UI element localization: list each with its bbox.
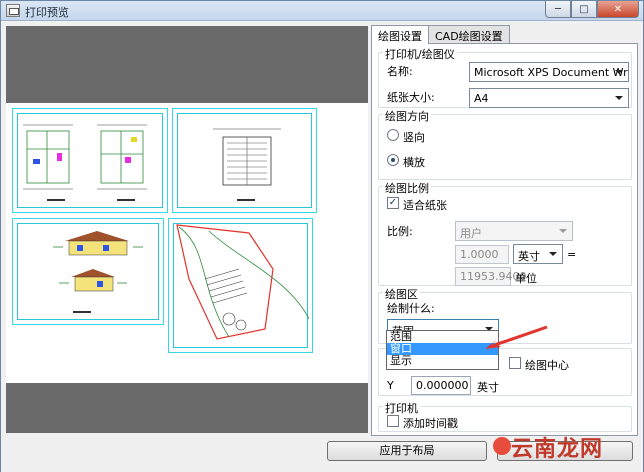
preview-paper (6, 103, 368, 383)
chevron-down-icon (615, 96, 623, 100)
group-title: 绘图方向 (383, 108, 431, 124)
chevron-down-icon (559, 229, 567, 233)
equals-sign: = (567, 248, 577, 261)
minimize-icon: ─ (554, 3, 562, 15)
tab-plot-settings[interactable]: 绘图设置 (371, 25, 429, 44)
scale-ratio-select[interactable]: 用户 (455, 221, 573, 241)
printer-group: 打印机/绘图仪 名称: Microsoft XPS Document Write… (378, 46, 632, 108)
preview-area (6, 26, 368, 433)
chevron-down-icon (549, 252, 557, 256)
printer-name-select[interactable]: Microsoft XPS Document Writer (469, 62, 629, 82)
watermark: 云南龙网 (511, 436, 604, 462)
paper-size-value: A4 (474, 92, 489, 105)
print-preview-window: 打印预览 ─ □ ✕ 绘图设置 CAD绘图设置 打印机/绘图仪 名称: Micr… (0, 0, 644, 472)
printer-name-label: 名称: (387, 65, 413, 78)
site-plan-drawing (176, 224, 310, 340)
maximize-icon: □ (579, 3, 589, 15)
add-timestamp-checkbox[interactable] (387, 415, 399, 427)
scale-value1: 1.0000 (460, 248, 499, 261)
center-plot-checkbox[interactable] (509, 357, 521, 369)
elevation-drawing (53, 231, 143, 313)
chevron-down-icon (615, 70, 623, 74)
orientation-group: 绘图方向 竖向 横放 (378, 108, 632, 180)
annotation-arrow (485, 325, 548, 349)
scale-ratio-value: 用户 (460, 227, 482, 240)
apply-to-layout-button[interactable]: 应用于布局 (327, 441, 487, 461)
printer-name-value: Microsoft XPS Document Writer (474, 66, 629, 79)
close-button[interactable]: ✕ (597, 1, 639, 18)
maximize-button[interactable]: □ (571, 1, 597, 18)
portrait-label: 竖向 (403, 131, 425, 144)
paper-size-select[interactable]: A4 (469, 88, 629, 108)
portrait-radio[interactable] (387, 129, 399, 141)
scale-group: 绘图比例 ✓ 适合纸张 比例: 用户 1.0000 英寸 = 11953.940… (378, 180, 632, 286)
sheet-site-plan (168, 218, 313, 353)
offset-y-label: Y (387, 379, 394, 392)
scale-value2-input[interactable]: 11953.9400 (455, 267, 526, 286)
tab-cad-plot-settings[interactable]: CAD绘图设置 (428, 25, 510, 43)
window-controls: ─ □ ✕ (545, 1, 639, 19)
center-plot-label: 绘图中心 (525, 359, 569, 372)
scale-ratio-label: 比例: (387, 225, 413, 238)
sheet-floor-plans (12, 108, 168, 213)
scale-value1-input[interactable]: 1.0000 (455, 245, 509, 264)
minimize-button[interactable]: ─ (545, 1, 571, 18)
floor-plan-drawing (23, 124, 147, 201)
group-title: 绘图比例 (383, 180, 431, 196)
offset-y-input[interactable]: 0.000000 (411, 376, 471, 395)
drawing-unit-label: 单位 (515, 272, 537, 285)
roof-plan-drawing (213, 128, 281, 201)
group-title: 打印机 (383, 400, 420, 416)
fit-paper-checkbox[interactable]: ✓ (387, 197, 399, 209)
sheet-elevations (12, 218, 164, 325)
fit-paper-label: 适合纸张 (403, 199, 447, 212)
scale-unit-value: 英寸 (518, 250, 540, 263)
sheet-roof-plan (172, 108, 317, 213)
watermark-logo-icon (493, 437, 511, 455)
landscape-radio[interactable] (387, 154, 399, 166)
what-to-plot-label: 绘制什么: (387, 302, 435, 315)
offset-y-unit: 英寸 (477, 381, 499, 394)
paper-size-label: 纸张大小: (387, 91, 435, 104)
tab-body: 打印机/绘图仪 名称: Microsoft XPS Document Write… (371, 43, 638, 436)
print-group: 打印机 添加时间戳 (378, 400, 632, 432)
add-timestamp-label: 添加时间戳 (403, 417, 458, 430)
dropdown-option-display[interactable]: 显示 (387, 355, 498, 367)
scale-unit-select[interactable]: 英寸 (513, 244, 563, 264)
tab-strip: 绘图设置 CAD绘图设置 (371, 25, 510, 44)
title-bar[interactable]: 打印预览 ─ □ ✕ (1, 1, 643, 21)
offset-y-value: 0.000000 (416, 379, 469, 392)
close-icon: ✕ (613, 3, 623, 15)
landscape-label: 横放 (403, 156, 425, 169)
window-title: 打印预览 (25, 6, 69, 19)
printer-icon (6, 4, 20, 17)
group-title: 打印机/绘图仪 (383, 46, 457, 62)
settings-panel: 绘图设置 CAD绘图设置 打印机/绘图仪 名称: Microsoft XPS D… (371, 25, 641, 437)
